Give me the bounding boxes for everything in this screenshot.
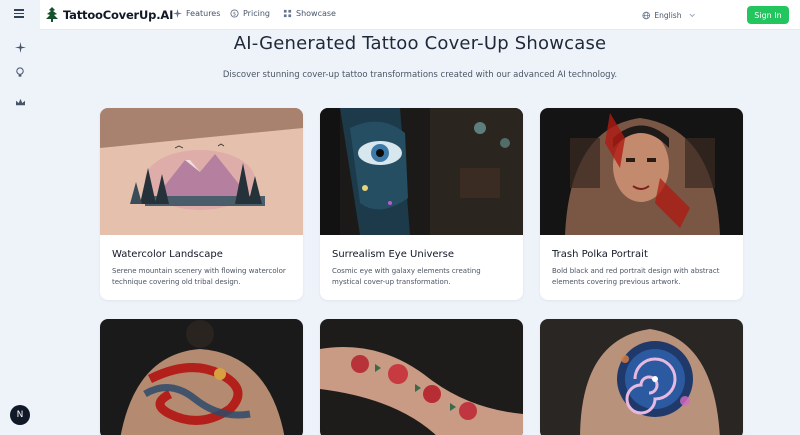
nav-showcase[interactable]: Showcase	[283, 9, 336, 18]
page-subtitle: Discover stunning cover-up tattoo transf…	[222, 70, 618, 80]
card-image-watercolor-landscape[interactable]	[100, 108, 303, 235]
sparkle-icon	[173, 9, 182, 18]
card-image-rose-sleeve[interactable]	[320, 319, 523, 435]
chevron-down-icon	[690, 13, 696, 17]
showcase-card[interactable]	[540, 319, 743, 435]
svg-text:$: $	[233, 12, 236, 18]
showcase-card[interactable]: Trash Polka Portrait Bold black and red …	[540, 108, 743, 300]
card-description: Serene mountain scenery with flowing wat…	[112, 267, 286, 286]
grid-icon	[283, 9, 292, 18]
globe-icon	[642, 11, 650, 19]
logo-icon[interactable]	[45, 7, 59, 23]
showcase-card[interactable]	[100, 319, 303, 435]
menu-icon[interactable]	[14, 9, 24, 19]
showcase-card[interactable]	[320, 319, 523, 435]
lightbulb-icon[interactable]	[13, 65, 27, 79]
card-image-surrealism-eye[interactable]	[320, 108, 523, 235]
nav-pricing[interactable]: $ Pricing	[230, 9, 270, 18]
nav-features[interactable]: Features	[173, 9, 220, 18]
crown-icon[interactable]	[13, 95, 27, 109]
brand-name[interactable]: TattooCoverUp.AI	[63, 8, 173, 22]
page-title: AI-Generated Tattoo Cover-Up Showcase	[233, 33, 607, 54]
card-title: Surrealism Eye Universe	[332, 249, 455, 260]
card-title: Trash Polka Portrait	[552, 249, 648, 260]
showcase-card[interactable]: Surrealism Eye Universe Cosmic eye with …	[320, 108, 523, 300]
card-image-galaxy-spiral[interactable]	[540, 319, 743, 435]
sparkle-icon[interactable]	[13, 40, 27, 54]
sidebar: N	[0, 0, 40, 435]
card-image-dragon-back[interactable]	[100, 319, 303, 435]
language-select[interactable]: English	[636, 7, 696, 23]
card-title: Watercolor Landscape	[112, 249, 223, 260]
nav-showcase-label: Showcase	[296, 9, 336, 18]
showcase-card[interactable]: Watercolor Landscape Serene mountain sce…	[100, 108, 303, 300]
card-description: Cosmic eye with galaxy elements creating…	[332, 267, 481, 286]
card-image-trash-polka[interactable]	[540, 108, 743, 235]
sign-in-button[interactable]: Sign In	[747, 6, 789, 24]
card-description: Bold black and red portrait design with …	[552, 267, 720, 286]
language-label: English	[654, 10, 682, 20]
nav-pricing-label: Pricing	[243, 9, 270, 18]
nav-features-label: Features	[186, 9, 221, 18]
avatar[interactable]: N	[10, 405, 30, 425]
dollar-icon: $	[230, 9, 239, 18]
top-navigation: TattooCoverUp.AI Features $ Pricing Show…	[14, 0, 800, 30]
